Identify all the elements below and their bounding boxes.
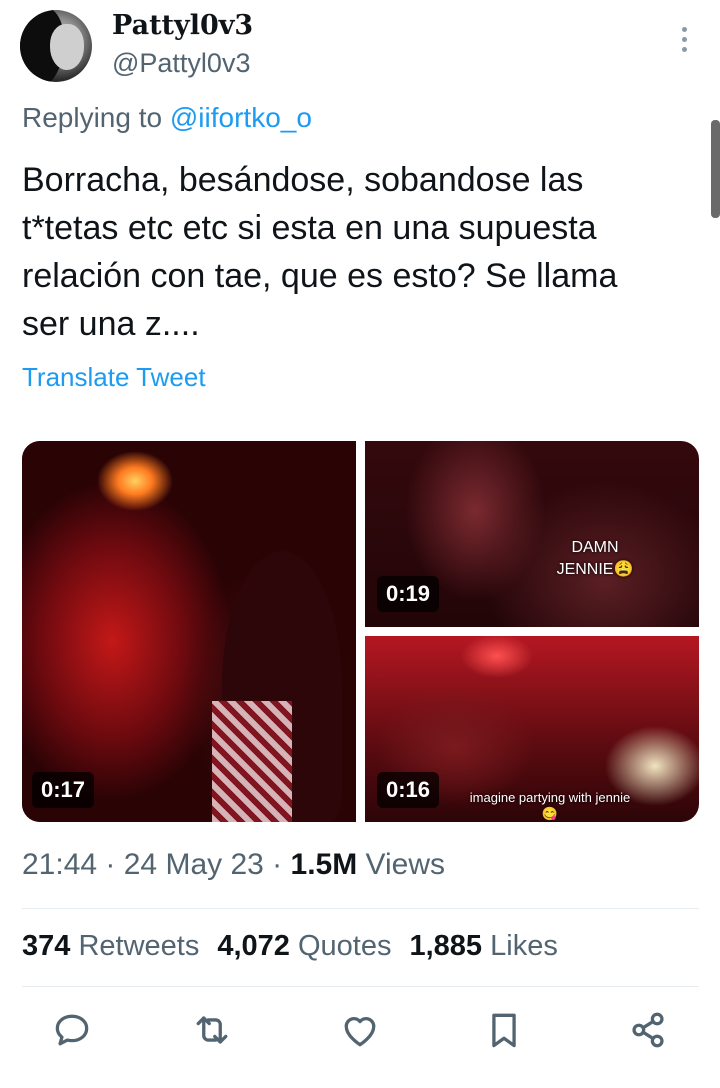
video-3-caption: imagine partying with jennie 😋 (469, 790, 631, 821)
quotes-label: Quotes (289, 930, 392, 962)
quotes-stat[interactable]: 4,072 Quotes (217, 930, 391, 962)
tweet-text: Borracha, besándose, sobandose las t*tet… (22, 161, 618, 343)
translate-tweet-link[interactable]: Translate Tweet (22, 362, 206, 393)
media-grid: 0:17 DAMN JENNIE😩 0:19 imagine partying … (22, 441, 699, 822)
avatar[interactable] (20, 10, 92, 82)
video-1-dress (212, 701, 292, 822)
likes-stat[interactable]: 1,885 Likes (409, 930, 557, 962)
replying-to-prefix: Replying to (22, 102, 170, 133)
views-count: 1.5M (290, 848, 358, 881)
tweet-meta: 21:44 · 24 May 23 · 1.5M Views (22, 848, 445, 882)
video-duration-1: 0:17 (32, 772, 95, 808)
scrollbar[interactable] (711, 120, 720, 218)
tweet-date[interactable]: 24 May 23 (124, 848, 264, 881)
tweet-time[interactable]: 21:44 (22, 848, 97, 881)
more-options-icon[interactable] (670, 22, 698, 62)
divider (22, 908, 699, 909)
video-thumbnail-1[interactable]: 0:17 (22, 441, 356, 822)
author-handle[interactable]: @Pattyl0v3 (112, 48, 250, 79)
meta-separator: · (263, 848, 291, 881)
video-2-caption: DAMN JENNIE😩 (556, 539, 634, 578)
retweets-label: Retweets (70, 930, 200, 962)
heart-icon[interactable] (338, 1008, 382, 1052)
comment-icon[interactable] (50, 1008, 94, 1052)
retweet-icon[interactable] (190, 1008, 234, 1052)
meta-separator: · (97, 848, 124, 881)
author-display-name[interactable]: Pattyl0v3 (112, 10, 253, 41)
bookmark-icon[interactable] (482, 1008, 526, 1052)
quotes-count: 4,072 (217, 930, 290, 962)
likes-label: Likes (482, 930, 558, 962)
replying-to: Replying to @iifortko_o (22, 102, 312, 134)
share-icon[interactable] (626, 1008, 670, 1052)
avatar-face (50, 24, 84, 70)
video-thumbnail-3[interactable]: imagine partying with jennie 😋 0:16 (365, 636, 699, 822)
retweets-stat[interactable]: 374 Retweets (22, 930, 199, 962)
divider (22, 986, 699, 987)
video-duration-2: 0:19 (377, 576, 440, 612)
retweets-count: 374 (22, 930, 71, 962)
replying-to-link[interactable]: @iifortko_o (170, 102, 312, 133)
likes-count: 1,885 (409, 930, 483, 962)
video-thumbnail-2[interactable]: DAMN JENNIE😩 0:19 (365, 441, 699, 627)
video-duration-3: 0:16 (377, 772, 440, 808)
views-label: Views (357, 848, 446, 881)
tweet-stats: 374 Retweets 4,072 Quotes 1,885 Likes (22, 930, 558, 963)
